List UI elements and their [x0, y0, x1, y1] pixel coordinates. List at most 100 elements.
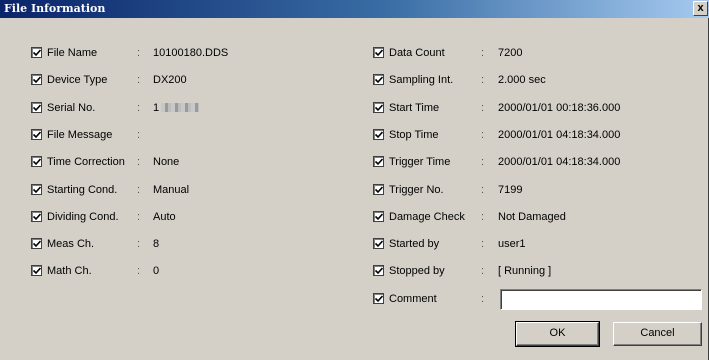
checkmark-icon — [375, 76, 383, 84]
field-separator: : — [137, 156, 141, 168]
checkbox-device-type[interactable] — [31, 74, 42, 85]
field-separator: : — [137, 211, 141, 223]
checkmark-icon — [375, 158, 383, 166]
field-value-text: 7199 — [498, 184, 523, 196]
field-value-text: user1 — [498, 238, 526, 250]
checkbox-math-ch[interactable] — [31, 265, 42, 276]
field-value-text: DX200 — [153, 74, 187, 86]
ok-button[interactable]: OK — [515, 321, 600, 347]
checkmark-icon — [33, 49, 41, 57]
field-value-trigger-time: 2000/01/01 04:18:34.000 — [498, 156, 620, 168]
field-value-serial-no: 1 — [153, 102, 200, 114]
field-label: Serial No. — [47, 102, 96, 114]
field-label: Time Correction — [47, 156, 125, 168]
field-separator: : — [137, 74, 141, 86]
checkmark-icon — [33, 186, 41, 194]
checkbox-stop-time[interactable] — [373, 129, 384, 140]
field-value-device-type: DX200 — [153, 74, 187, 86]
checkmark-icon — [375, 213, 383, 221]
cancel-button[interactable]: Cancel — [613, 322, 702, 346]
field-value-meas-ch: 8 — [153, 238, 159, 250]
checkbox-start-time[interactable] — [373, 102, 384, 113]
field-separator: : — [481, 238, 485, 250]
comment-input[interactable] — [500, 289, 702, 310]
checkbox-trigger-time[interactable] — [373, 156, 384, 167]
close-button[interactable]: x — [693, 1, 708, 16]
field-separator: : — [481, 129, 485, 141]
checkmark-icon — [33, 131, 41, 139]
field-separator: : — [481, 293, 485, 305]
checkbox-serial-no[interactable] — [31, 102, 42, 113]
field-separator: : — [137, 184, 141, 196]
field-separator: : — [481, 156, 485, 168]
field-label: Started by — [389, 238, 440, 250]
checkmark-icon — [375, 240, 383, 248]
field-label: Start Time — [389, 102, 440, 114]
field-value-stop-time: 2000/01/01 04:18:34.000 — [498, 129, 620, 141]
field-value-text: 2000/01/01 04:18:34.000 — [498, 156, 621, 168]
checkbox-sampling-int[interactable] — [373, 74, 384, 85]
field-value-text: 0 — [153, 265, 160, 277]
field-value-text: 2000/01/01 00:18:36.000 — [498, 102, 621, 114]
field-label: Trigger No. — [389, 184, 444, 196]
field-label: Stop Time — [389, 129, 439, 141]
field-label: Comment — [389, 293, 437, 305]
field-value-math-ch: 0 — [153, 265, 159, 277]
field-separator: : — [137, 129, 141, 141]
checkbox-file-name[interactable] — [31, 47, 42, 58]
field-label: File Name — [47, 47, 98, 59]
checkbox-meas-ch[interactable] — [31, 238, 42, 249]
field-value-text: Not Damaged — [498, 211, 566, 223]
checkmark-icon — [33, 267, 41, 275]
field-value-text: 2.000 sec — [498, 74, 546, 86]
field-label: File Message — [47, 129, 113, 141]
field-value-text: None — [153, 156, 180, 168]
field-label: Stopped by — [389, 265, 445, 277]
field-value-starting-cond: Manual — [153, 184, 189, 196]
field-label: Dividing Cond. — [47, 211, 119, 223]
field-separator: : — [481, 265, 485, 277]
field-separator: : — [137, 238, 141, 250]
checkmark-icon — [33, 76, 41, 84]
checkmark-icon — [33, 104, 41, 112]
checkbox-time-correction[interactable] — [31, 156, 42, 167]
checkmark-icon — [375, 104, 383, 112]
checkbox-starting-cond[interactable] — [31, 184, 42, 195]
checkbox-data-count[interactable] — [373, 47, 384, 58]
field-value-text: 8 — [153, 238, 160, 250]
checkmark-icon — [375, 267, 383, 275]
field-value-dividing-cond: Auto — [153, 211, 176, 223]
field-label: Meas Ch. — [47, 238, 95, 250]
checkbox-started-by[interactable] — [373, 238, 384, 249]
field-separator: : — [137, 102, 141, 114]
field-separator: : — [137, 47, 141, 59]
field-value-text: 10100180.DDS — [153, 47, 229, 59]
field-label: Math Ch. — [47, 265, 92, 277]
field-separator: : — [481, 102, 485, 114]
field-value-damage-check: Not Damaged — [498, 211, 566, 223]
checkbox-file-message[interactable] — [31, 129, 42, 140]
title-bar: File Information x — [0, 0, 709, 18]
field-label: Trigger Time — [389, 156, 451, 168]
checkbox-dividing-cond[interactable] — [31, 211, 42, 222]
field-label: Damage Check — [389, 211, 465, 223]
dialog-title: File Information — [4, 2, 106, 15]
checkmark-icon — [375, 131, 383, 139]
checkbox-damage-check[interactable] — [373, 211, 384, 222]
field-value-start-time: 2000/01/01 00:18:36.000 — [498, 102, 620, 114]
field-separator: : — [481, 74, 485, 86]
field-separator: : — [137, 265, 141, 277]
checkbox-trigger-no[interactable] — [373, 184, 384, 195]
checkbox-stopped-by[interactable] — [373, 265, 384, 276]
field-value-time-correction: None — [153, 156, 179, 168]
field-value-file-name: 10100180.DDS — [153, 47, 228, 59]
redacted-serial — [161, 103, 200, 112]
field-value-text: Manual — [153, 184, 190, 196]
field-label: Starting Cond. — [47, 184, 118, 196]
field-value-text: Auto — [153, 211, 176, 223]
field-value-text: 1 — [153, 102, 160, 114]
field-value-trigger-no: 7199 — [498, 184, 522, 196]
checkmark-icon — [375, 295, 383, 303]
field-label: Sampling Int. — [389, 74, 454, 86]
checkbox-comment[interactable] — [373, 293, 384, 304]
